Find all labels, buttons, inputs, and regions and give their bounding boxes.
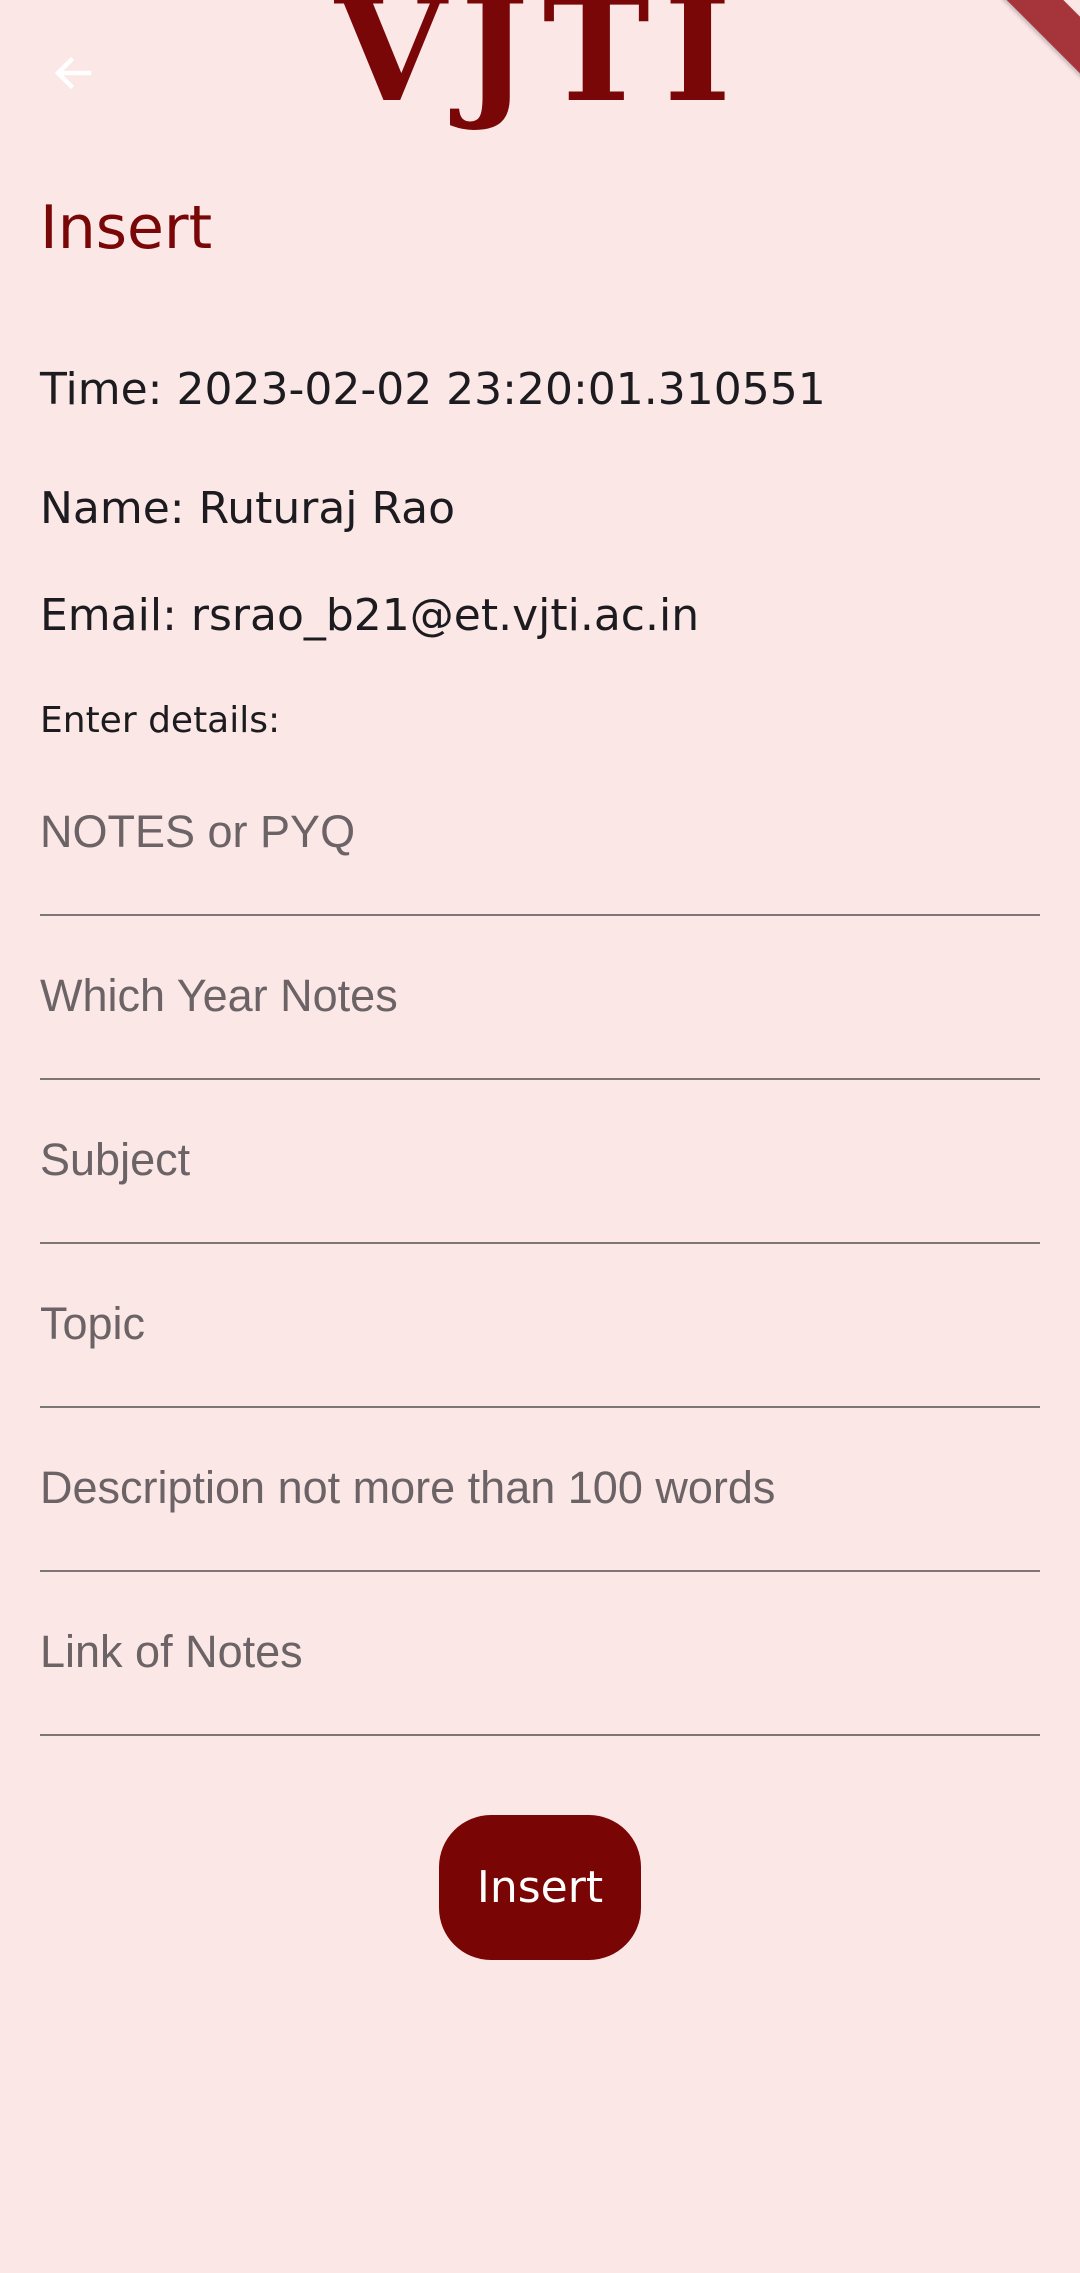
description-input[interactable] (40, 1456, 1040, 1520)
insert-button[interactable]: Insert (439, 1815, 641, 1960)
email-text: Email: rsrao_b21@et.vjti.ac.in (40, 590, 700, 641)
notes-or-pyq-input[interactable] (40, 800, 1040, 864)
enter-details-label: Enter details: (40, 700, 281, 741)
notes-or-pyq-field (40, 752, 1040, 916)
year-input[interactable] (40, 964, 1040, 1028)
vjti-logo: VJTI (334, 0, 746, 134)
time-text: Time: 2023-02-02 23:20:01.310551 (40, 364, 826, 415)
year-field (40, 916, 1040, 1080)
subject-field (40, 1080, 1040, 1244)
description-field (40, 1408, 1040, 1572)
topic-input[interactable] (40, 1292, 1040, 1356)
subject-input[interactable] (40, 1128, 1040, 1192)
link-input[interactable] (40, 1620, 1040, 1684)
name-text: Name: Ruturaj Rao (40, 483, 455, 534)
link-field (40, 1572, 1040, 1736)
insert-page: VJTI Insert Time: 2023-02-02 23:20:01.31… (0, 0, 1080, 2273)
page-title: Insert (40, 193, 213, 263)
topic-field (40, 1244, 1040, 1408)
